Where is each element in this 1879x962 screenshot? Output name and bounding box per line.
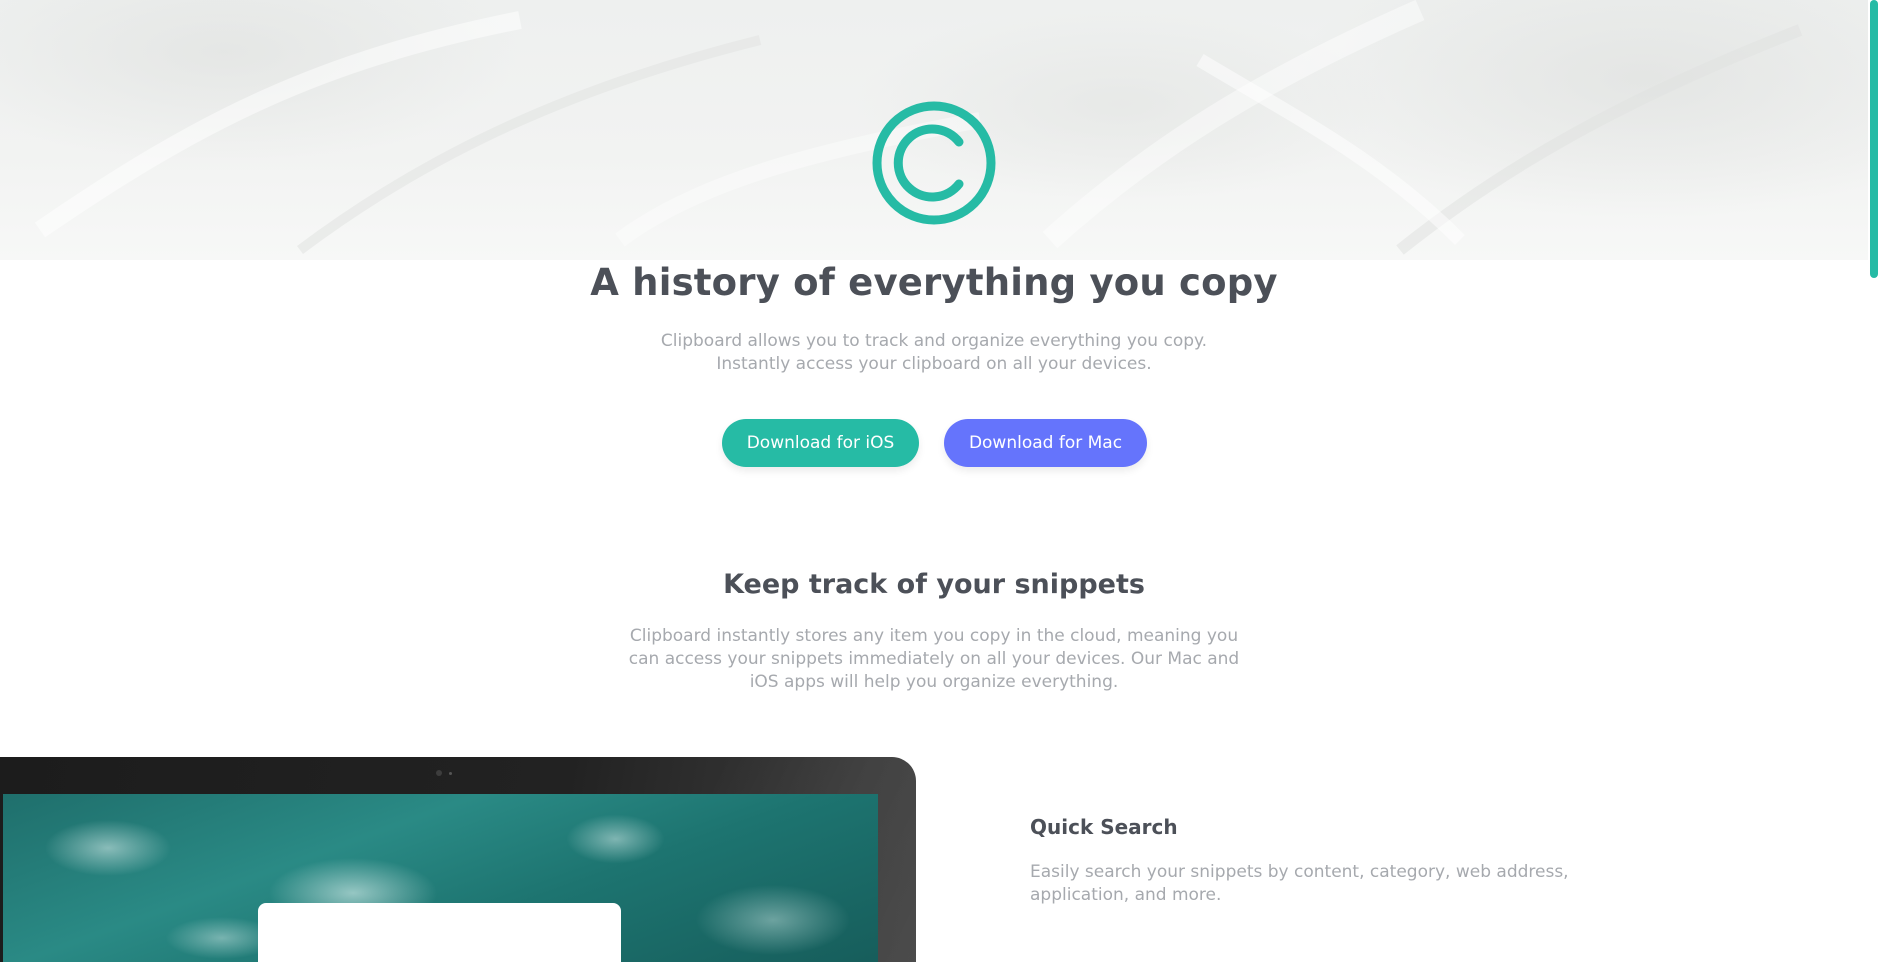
feature-text-line-1: Easily search your snippets by content, … (1030, 862, 1569, 882)
scrollbar-thumb[interactable] (1870, 0, 1878, 278)
snippets-text-line-1: Clipboard instantly stores any item you … (629, 626, 1239, 646)
hero-subtitle-line-2: Instantly access your clipboard on all y… (716, 354, 1152, 374)
laptop-camera-dot (449, 772, 452, 775)
feature-title-quick-search: Quick Search (1030, 815, 1178, 839)
feature-text-line-2: application, and more. (1030, 885, 1222, 905)
feature-text-quick-search: Easily search your snippets by content, … (1030, 861, 1590, 907)
snippets-section-text: Clipboard instantly stores any item you … (0, 625, 1868, 694)
snippets-text-line-3: iOS apps will help you organize everythi… (749, 672, 1119, 692)
snippets-text-line-2: can access your snippets immediately on … (628, 649, 1240, 669)
hero-subtitle-line-1: Clipboard allows you to track and organi… (660, 331, 1208, 351)
hero-title: A history of everything you copy (590, 261, 1278, 304)
snippets-section-title: Keep track of your snippets (723, 569, 1145, 600)
clipboard-logo-icon (872, 101, 996, 225)
download-mac-button[interactable]: Download for Mac (944, 419, 1147, 467)
scrollbar[interactable] (1868, 0, 1879, 962)
hero-subtitle: Clipboard allows you to track and organi… (0, 330, 1868, 376)
laptop-screen-window (258, 903, 621, 962)
laptop-camera (436, 770, 442, 776)
download-ios-button[interactable]: Download for iOS (722, 419, 919, 467)
